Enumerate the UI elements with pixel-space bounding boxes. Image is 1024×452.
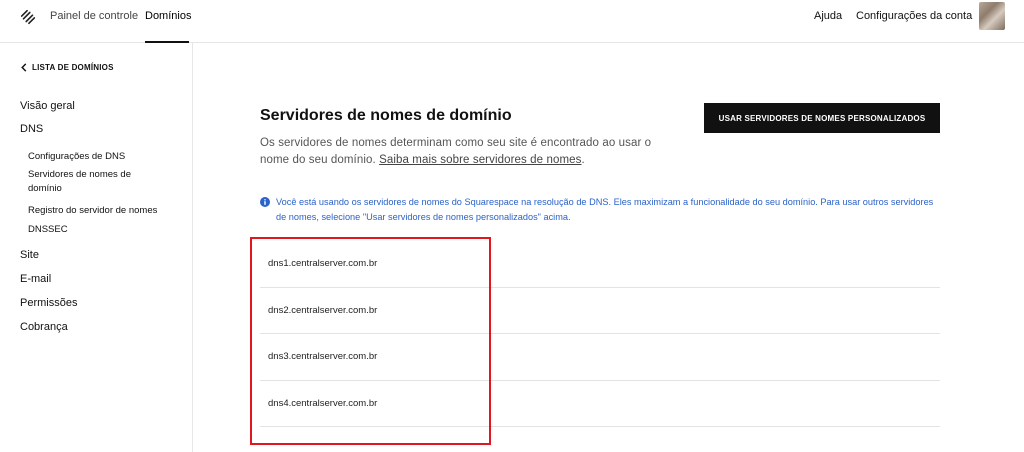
sidebar-item-configuracoes-dns[interactable]: Configurações de DNS	[28, 150, 125, 164]
info-text: Você está usando os servidores de nomes …	[276, 197, 934, 222]
page-title: Servidores de nomes de domínio	[260, 107, 512, 124]
sidebar-item-registro-servidor[interactable]: Registro do servidor de nomes	[28, 204, 157, 218]
avatar[interactable]	[979, 2, 1005, 30]
page-description: Os servidores de nomes determinam como s…	[260, 137, 652, 166]
back-link-label: LISTA DE DOMÍNIOS	[32, 63, 114, 72]
top-navigation-bar: Painel de controle Domínios Ajuda Config…	[0, 0, 1024, 43]
highlight-annotation-box	[250, 237, 491, 445]
squarespace-logo-icon[interactable]	[19, 8, 37, 26]
sidebar-item-permissoes[interactable]: Permissões	[20, 297, 77, 309]
info-notice: Você está usando os servidores de nomes …	[260, 195, 940, 225]
chevron-left-icon	[21, 63, 27, 72]
back-to-domain-list-link[interactable]: LISTA DE DOMÍNIOS	[20, 63, 114, 72]
sidebar-item-dnssec[interactable]: DNSSEC	[28, 223, 68, 237]
sidebar-item-cobranca[interactable]: Cobrança	[20, 321, 68, 333]
sidebar: LISTA DE DOMÍNIOS Visão geral DNS Config…	[0, 43, 193, 452]
info-icon	[260, 197, 270, 207]
sidebar-item-servidores-de-nomes[interactable]: Servidores de nomes de domínio	[28, 168, 148, 196]
learn-more-link[interactable]: Saiba mais sobre servidores de nomes	[379, 154, 581, 166]
account-settings-link[interactable]: Configurações da conta	[856, 10, 972, 22]
sidebar-item-site[interactable]: Site	[20, 249, 39, 261]
nav-dominios[interactable]: Domínios	[145, 10, 191, 22]
sidebar-item-dns[interactable]: DNS	[20, 123, 43, 135]
help-link[interactable]: Ajuda	[814, 10, 842, 22]
nav-painel-de-controle[interactable]: Painel de controle	[50, 10, 138, 22]
sidebar-item-email[interactable]: E-mail	[20, 273, 51, 285]
use-custom-nameservers-button[interactable]: USAR SERVIDORES DE NOMES PERSONALIZADOS	[704, 103, 940, 133]
sidebar-item-visao-geral[interactable]: Visão geral	[20, 100, 75, 112]
